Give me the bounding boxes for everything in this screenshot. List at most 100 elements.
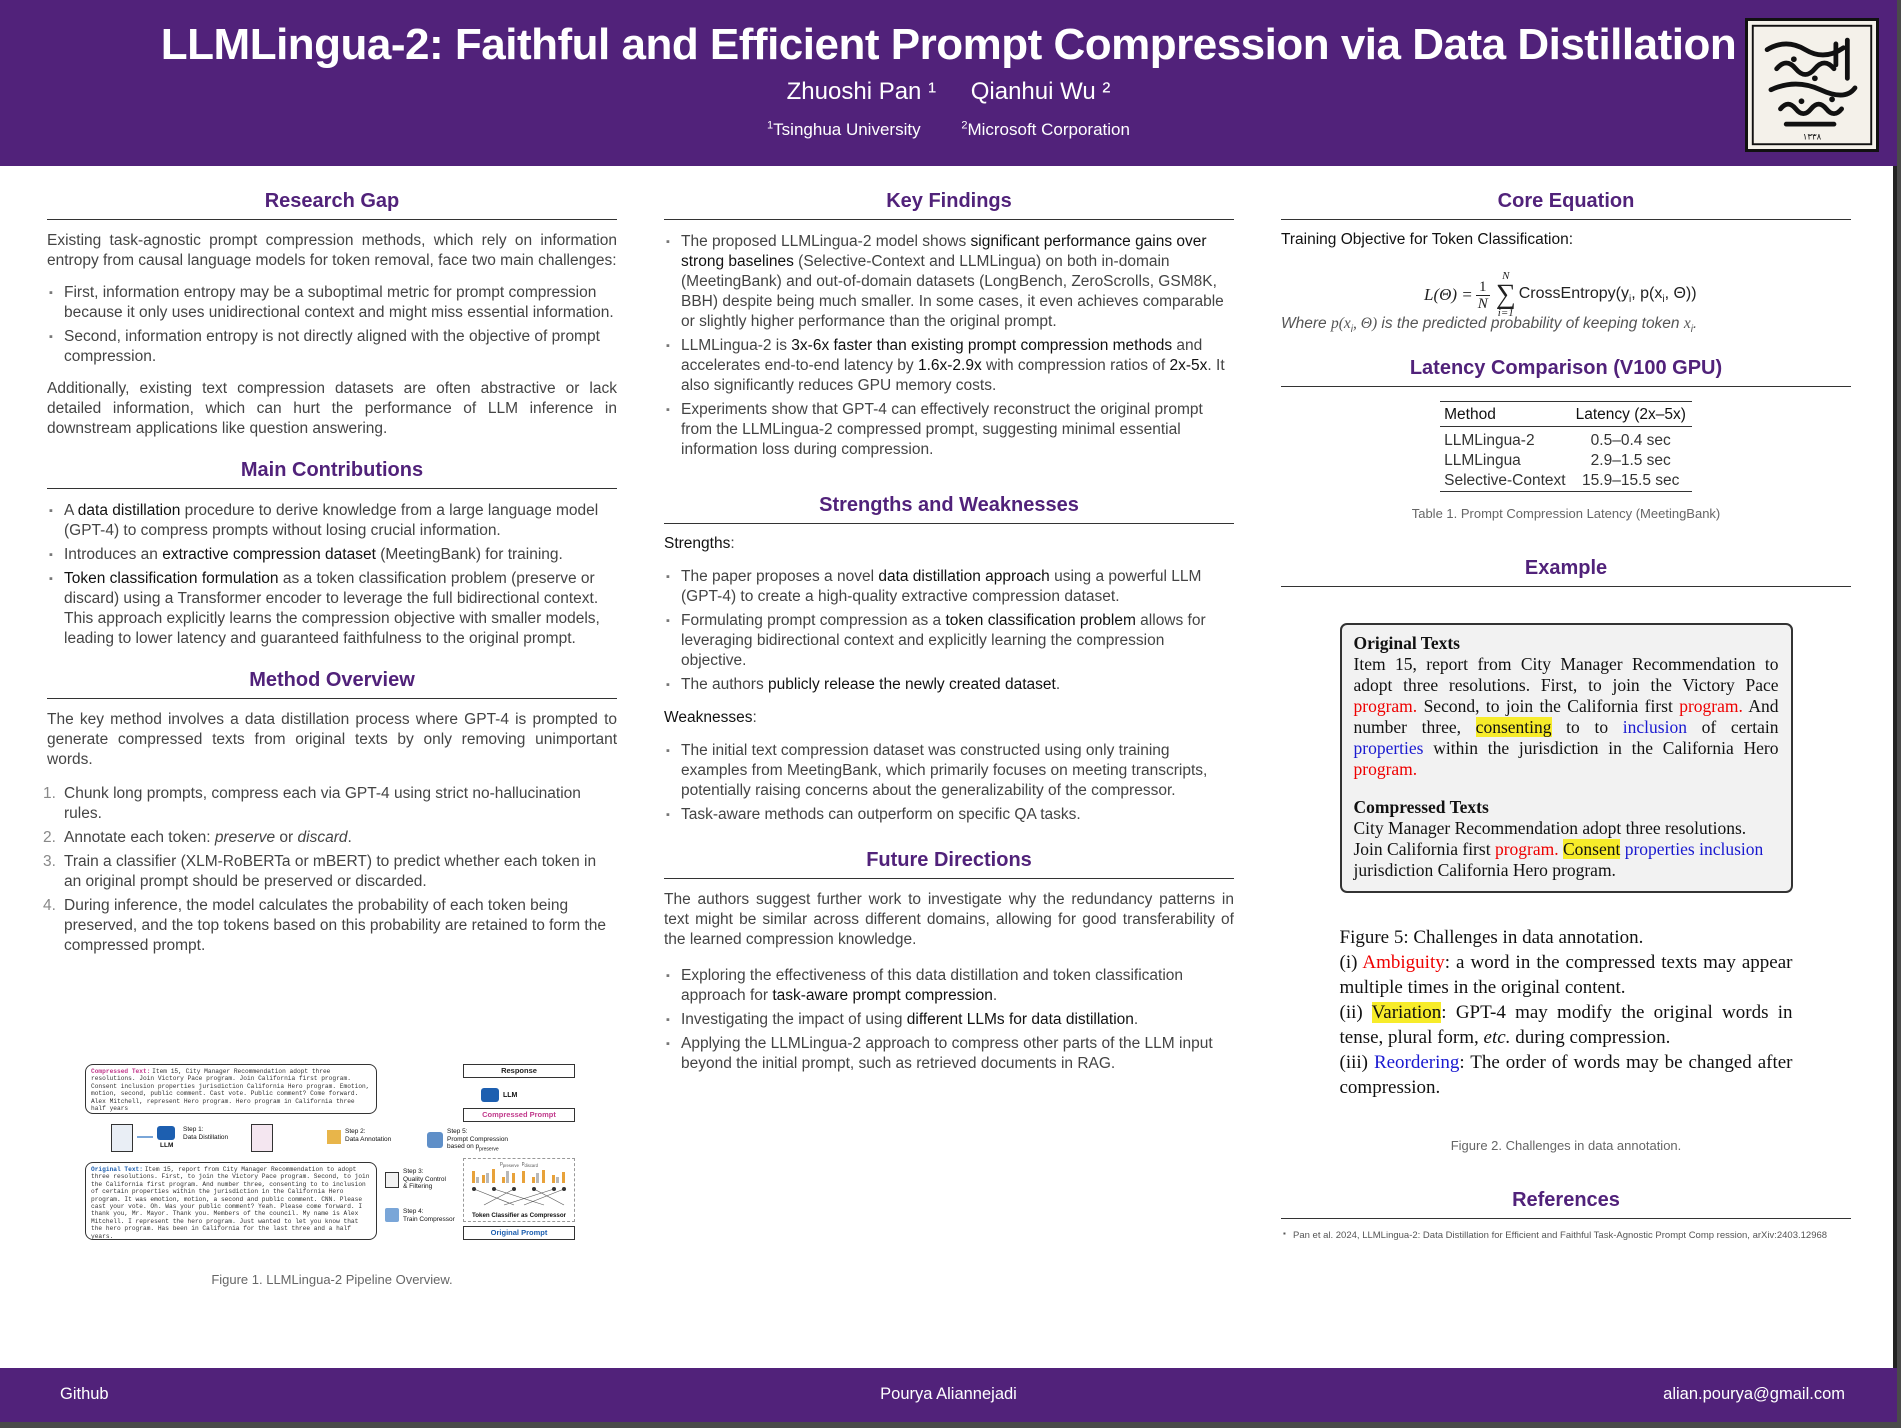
llm-label: LLM bbox=[160, 1142, 174, 1149]
research-gap-section: Research Gap Existing task-agnostic prom… bbox=[47, 190, 617, 439]
column-header: Method bbox=[1440, 401, 1572, 428]
affiliations: 1Tsinghua University 2Microsoft Corporat… bbox=[0, 119, 1897, 140]
future-list: Exploring the effectiveness of this data… bbox=[664, 966, 1234, 1074]
reference-item: Pan et al. 2024, LLMLingua-2: Data Disti… bbox=[1281, 1229, 1851, 1241]
llm-robot-icon bbox=[157, 1126, 175, 1140]
table-1-caption: Table 1. Prompt Compression Latency (Mee… bbox=[1411, 506, 1721, 522]
list-item: The paper proposes a novel data distilla… bbox=[664, 567, 1234, 607]
compressed-prompt-box: Compressed Prompt bbox=[463, 1108, 575, 1122]
key-findings-section: Key Findings The proposed LLMLingua-2 mo… bbox=[664, 190, 1234, 460]
future-heading: Future Directions bbox=[664, 849, 1234, 879]
list-item: The initial text compression dataset was… bbox=[664, 741, 1234, 801]
compressed-texts-title: Compressed Texts bbox=[1353, 797, 1489, 818]
step5-label: Step 5: Prompt Compression based on pprese… bbox=[447, 1128, 509, 1153]
list-item: 2. Annotate each token: preserve or disca… bbox=[43, 829, 352, 846]
table-row: LLMLingua 2.9–1.5 sec bbox=[1444, 452, 1671, 470]
table-row: LLMLingua-2 0.5–0.4 sec bbox=[1444, 432, 1671, 450]
method-steps: 1. Chunk long prompts, compress each via … bbox=[43, 784, 617, 956]
column-left: Research Gap Existing task-agnostic prom… bbox=[43, 190, 617, 976]
email-link[interactable]: alian.pourya@gmail.com bbox=[1663, 1385, 1845, 1404]
list-item: Exploring the effectiveness of this data… bbox=[664, 966, 1234, 1006]
compressed-texts-body: City Manager Recommendation adopt three … bbox=[1353, 818, 1764, 881]
classifier-label: Token Classifier as Compressor bbox=[471, 1212, 567, 1219]
list-item: Introduces an extractive compression dat… bbox=[47, 545, 617, 565]
list-item: 1. Chunk long prompts, compress each via … bbox=[43, 785, 581, 822]
list-item: 3. Train a classifier (XLM-RoBERTa or mBE… bbox=[43, 853, 597, 890]
author-2: Qianhui Wu ² bbox=[970, 78, 1111, 105]
list-item: Experiments show that GPT-4 can effectiv… bbox=[664, 400, 1234, 460]
step3-label: Step 3: Quality Control & Filtering bbox=[403, 1168, 446, 1190]
list-item: First, information entropy may be a subo… bbox=[47, 283, 617, 323]
original-text-box: Original Text: Item 15, report from City… bbox=[85, 1162, 377, 1240]
future-intro: The authors suggest further work to inve… bbox=[664, 891, 1234, 948]
equation-section: Core Equation Training Objective for Tok… bbox=[1281, 190, 1851, 335]
key-findings-heading: Key Findings bbox=[664, 190, 1234, 220]
references-heading: References bbox=[1281, 1189, 1851, 1220]
list-item: LLMLingua-2 is 3x-6x faster than existin… bbox=[664, 336, 1234, 396]
poster-footer: Github Pourya Aliannejadi alian.pourya@g… bbox=[0, 1368, 1897, 1422]
example-section: Example Original Texts Item 15, report f… bbox=[1281, 557, 1851, 1153]
list-item: Task-aware methods can outperform on spe… bbox=[664, 805, 1234, 825]
compressor-icon bbox=[427, 1132, 443, 1148]
document-icon bbox=[111, 1124, 133, 1152]
original-texts-body: Item 15, report from City Manager Recomm… bbox=[1353, 654, 1779, 780]
llm-label-right: LLM bbox=[503, 1092, 518, 1099]
document-icon bbox=[251, 1124, 273, 1152]
original-prompt-box: Original Prompt bbox=[463, 1226, 575, 1240]
example-box: Original Texts Item 15, report from City… bbox=[1339, 623, 1793, 894]
figure-1-caption: Figure 1. LLMLingua-2 Pipeline Overview. bbox=[211, 1272, 453, 1287]
list-item: Applying the LLMLingua-2 approach to com… bbox=[664, 1034, 1234, 1074]
strengths-list: The paper proposes a novel data distilla… bbox=[664, 567, 1234, 695]
research-gap-heading: Research Gap bbox=[47, 190, 617, 220]
figure-5-text: Figure 5: Challenges in data annotation.… bbox=[1339, 927, 1793, 1099]
filter-icon bbox=[385, 1172, 399, 1188]
core-equation: L(Θ) = 1 N N ∑ i=1 CrossEntropy(yi, p(xi… bbox=[1424, 270, 1697, 319]
affiliation-1: 1Tsinghua University bbox=[767, 119, 921, 139]
seal-calligraphy-icon: ١٣٣٨ bbox=[1751, 24, 1873, 146]
latency-heading: Latency Comparison (V100 GPU) bbox=[1281, 357, 1851, 388]
contributions-section: Main Contributions A data distillation p… bbox=[47, 459, 617, 649]
latency-table: Method Latency (2x–5x) LLMLingua-2 0.5–0.… bbox=[1440, 401, 1692, 493]
contributions-heading: Main Contributions bbox=[47, 459, 617, 489]
list-item: 4. During inference, the model calculates… bbox=[43, 897, 606, 954]
author-1: Zhuoshi Pan ¹ bbox=[786, 78, 937, 105]
key-findings-list: The proposed LLMLingua-2 model shows sig… bbox=[664, 232, 1234, 460]
poster: LLMLingua-2: Faithful and Efficient Prom… bbox=[0, 0, 1897, 1422]
method-section: Method Overview The key method involves … bbox=[43, 669, 617, 956]
column-right: Core Equation Training Objective for Tok… bbox=[1281, 190, 1851, 1261]
table-header-row: Method Latency (2x–5x) bbox=[1440, 401, 1692, 428]
strengths-heading: Strengths and Weaknesses bbox=[664, 494, 1234, 524]
list-item: Investigating the impact of using differ… bbox=[664, 1010, 1234, 1030]
footer-author: Pourya Aliannejadi bbox=[880, 1385, 1017, 1403]
contributions-list: A data distillation procedure to derive … bbox=[47, 501, 617, 649]
university-seal-logo: ١٣٣٨ bbox=[1745, 18, 1879, 152]
step2-label: Step 2: Data Annotation bbox=[345, 1128, 392, 1143]
step1-label: Step 1: Data Distillation bbox=[183, 1126, 229, 1141]
poster-title: LLMLingua-2: Faithful and Efficient Prom… bbox=[160, 20, 1737, 69]
response-box: Response bbox=[463, 1064, 575, 1078]
arrow-icon bbox=[137, 1136, 153, 1138]
step4-label: Step 4: Train Compressor bbox=[403, 1208, 455, 1223]
research-gap-outro: Additionally, existing text compression … bbox=[47, 380, 617, 437]
train-icon bbox=[385, 1208, 399, 1222]
equation-label: Training Objective for Token Classificat… bbox=[1281, 231, 1574, 248]
llm-robot-icon bbox=[481, 1088, 499, 1102]
token-classifier-box: ppreserve pdiscard Token Classifier as C… bbox=[463, 1158, 575, 1222]
list-item: Formulating prompt compression as a toke… bbox=[664, 611, 1234, 671]
annotation-icon bbox=[327, 1130, 341, 1144]
method-heading: Method Overview bbox=[47, 669, 617, 699]
strengths-label: Strengths: bbox=[664, 535, 735, 552]
references-section: References Pan et al. 2024, LLMLingua-2:… bbox=[1281, 1189, 1851, 1241]
list-item: Second, information entropy is not direc… bbox=[47, 327, 617, 367]
author-list: Zhuoshi Pan ¹ Qianhui Wu ² bbox=[0, 78, 1897, 106]
classifier-legend: ppreserve pdiscard bbox=[500, 1161, 538, 1168]
table-row: Selective-Context 15.9–15.5 sec bbox=[1440, 471, 1692, 493]
weaknesses-label: Weaknesses: bbox=[664, 709, 757, 726]
figure-2-caption: Figure 2. Challenges in data annotation. bbox=[1450, 1138, 1682, 1154]
example-heading: Example bbox=[1281, 557, 1851, 588]
research-gap-intro: Existing task-agnostic prompt compressio… bbox=[47, 232, 617, 269]
poster-header: LLMLingua-2: Faithful and Efficient Prom… bbox=[0, 0, 1897, 166]
list-item: The proposed LLMLingua-2 model shows sig… bbox=[664, 232, 1234, 332]
column-header: Latency (2x–5x) bbox=[1571, 401, 1692, 428]
future-section: Future Directions The authors suggest fu… bbox=[664, 849, 1234, 1074]
